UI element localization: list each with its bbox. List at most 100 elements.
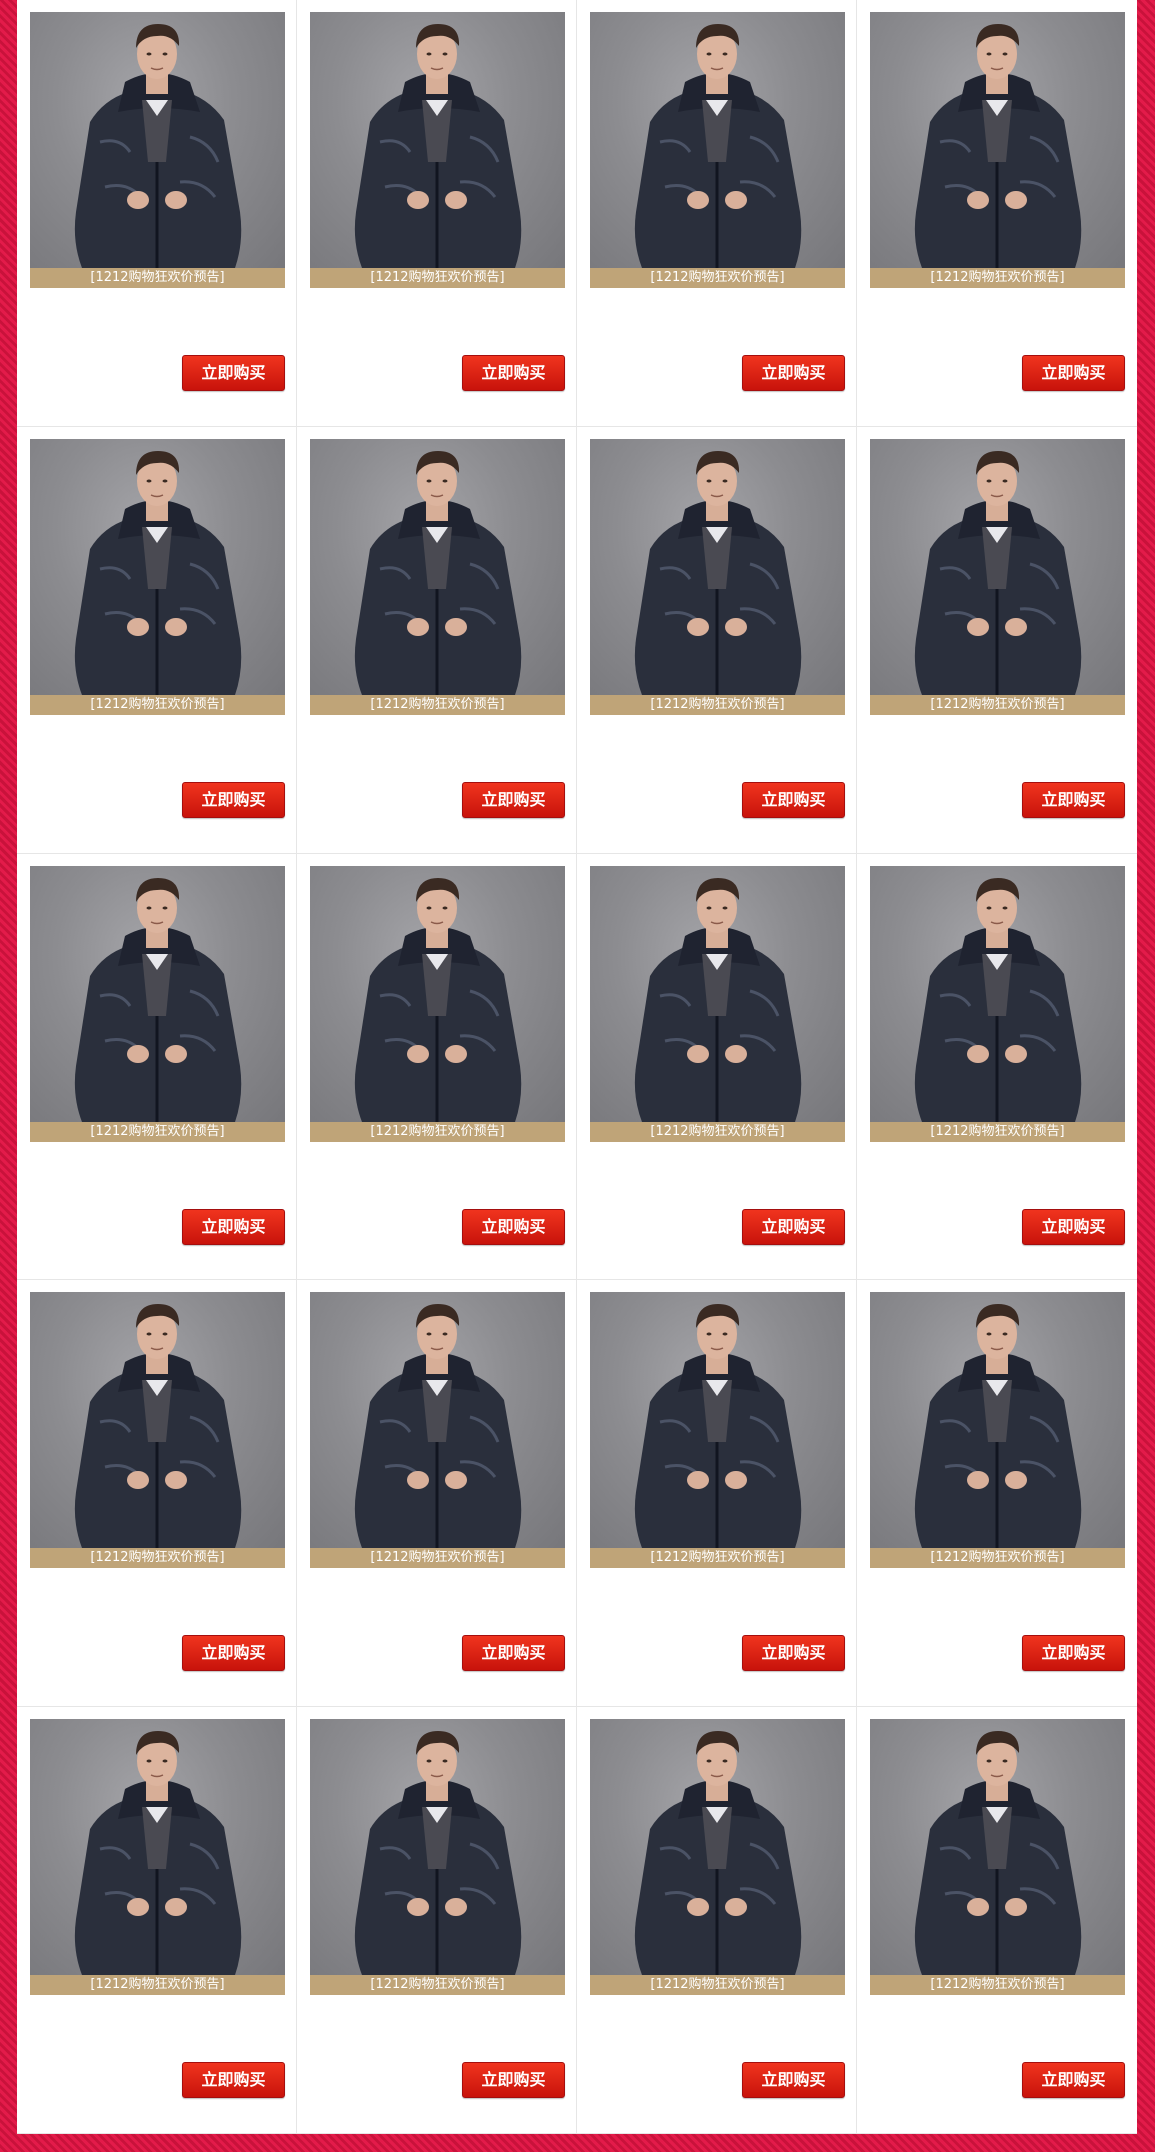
promo-caption: [1212购物狂欢价预告] (590, 1975, 845, 1996)
buy-now-button[interactable]: 立即购买 (462, 2062, 565, 2099)
buy-now-button[interactable]: 立即购买 (182, 1635, 285, 1672)
product-image[interactable] (870, 1292, 1125, 1549)
product-image[interactable] (590, 1292, 845, 1549)
buy-now-button[interactable]: 立即购买 (1022, 1635, 1125, 1672)
man-in-leather-jacket-photo-icon (354, 24, 522, 268)
promo-caption: [1212购物狂欢价预告] (870, 1121, 1125, 1142)
product-image[interactable] (310, 1292, 565, 1549)
product-card: [1212购物狂欢价预告] 立即购买 (857, 853, 1137, 1281)
buy-now-button[interactable]: 立即购买 (462, 781, 565, 818)
product-card: [1212购物狂欢价预告] 立即购买 (17, 426, 297, 854)
product-card: [1212购物狂欢价预告] 立即购买 (17, 1707, 297, 2134)
man-in-leather-jacket-photo-icon (914, 450, 1082, 695)
promo-caption: [1212购物狂欢价预告] (870, 1548, 1125, 1569)
product-card: [1212购物狂欢价预告] 立即购买 (297, 1280, 577, 1708)
man-in-leather-jacket-photo-icon (354, 1304, 522, 1549)
product-card: [1212购物狂欢价预告] 立即购买 (857, 1280, 1137, 1708)
man-in-leather-jacket-photo-icon (354, 450, 522, 695)
man-in-leather-jacket-photo-icon (74, 1304, 242, 1549)
promo-caption: [1212购物狂欢价预告] (310, 1548, 565, 1569)
product-grid: [1212购物狂欢价预告] 立即购买 [1212购物狂欢价预告] 立即购买 [1… (17, 0, 1137, 2134)
buy-now-button[interactable]: 立即购买 (462, 1635, 565, 1672)
product-image[interactable] (870, 438, 1125, 695)
man-in-leather-jacket-photo-icon (634, 1731, 802, 1976)
buy-now-button[interactable]: 立即购买 (742, 1635, 845, 1672)
product-image[interactable] (590, 1719, 845, 1976)
promo-caption: [1212购物狂欢价预告] (310, 694, 565, 715)
promo-caption: [1212购物狂欢价预告] (590, 694, 845, 715)
promo-caption: [1212购物狂欢价预告] (590, 1121, 845, 1142)
promo-caption: [1212购物狂欢价预告] (30, 1121, 285, 1142)
product-card: [1212购物狂欢价预告] 立即购买 (857, 0, 1137, 427)
promo-caption: [1212购物狂欢价预告] (30, 1975, 285, 1996)
buy-now-button[interactable]: 立即购买 (742, 355, 845, 391)
man-in-leather-jacket-photo-icon (914, 1731, 1082, 1976)
product-card: [1212购物狂欢价预告] 立即购买 (17, 1280, 297, 1708)
promo-caption: [1212购物狂欢价预告] (870, 694, 1125, 715)
product-card: [1212购物狂欢价预告] 立即购买 (297, 426, 577, 854)
product-card: [1212购物狂欢价预告] 立即购买 (17, 853, 297, 1281)
product-image[interactable] (30, 1719, 285, 1976)
product-image[interactable] (870, 1719, 1125, 1976)
product-card: [1212购物狂欢价预告] 立即购买 (297, 1707, 577, 2134)
product-image[interactable] (30, 865, 285, 1122)
buy-now-button[interactable]: 立即购买 (182, 355, 285, 391)
promo-caption: [1212购物狂欢价预告] (590, 268, 845, 288)
man-in-leather-jacket-photo-icon (914, 877, 1082, 1122)
product-image[interactable] (870, 12, 1125, 268)
buy-now-button[interactable]: 立即购买 (462, 355, 565, 391)
buy-now-button[interactable]: 立即购买 (742, 2062, 845, 2099)
product-card: [1212购物狂欢价预告] 立即购买 (17, 0, 297, 427)
promo-caption: [1212购物狂欢价预告] (310, 1975, 565, 1996)
product-card: [1212购物狂欢价预告] 立即购买 (297, 0, 577, 427)
man-in-leather-jacket-photo-icon (74, 1731, 242, 1976)
buy-now-button[interactable]: 立即购买 (742, 781, 845, 818)
product-image[interactable] (310, 438, 565, 695)
product-image[interactable] (310, 12, 565, 268)
promo-caption: [1212购物狂欢价预告] (310, 268, 565, 288)
product-card: [1212购物狂欢价预告] 立即购买 (297, 853, 577, 1281)
product-card: [1212购物狂欢价预告] 立即购买 (577, 1280, 857, 1708)
product-image[interactable] (30, 438, 285, 695)
promo-caption: [1212购物狂欢价预告] (30, 268, 285, 288)
product-image[interactable] (30, 12, 285, 268)
product-card: [1212购物狂欢价预告] 立即购买 (577, 853, 857, 1281)
promo-caption: [1212购物狂欢价预告] (30, 1548, 285, 1569)
promo-caption: [1212购物狂欢价预告] (590, 1548, 845, 1569)
product-image[interactable] (590, 865, 845, 1122)
promo-caption: [1212购物狂欢价预告] (870, 268, 1125, 288)
buy-now-button[interactable]: 立即购买 (1022, 781, 1125, 818)
buy-now-button[interactable]: 立即购买 (182, 1208, 285, 1245)
product-image[interactable] (310, 1719, 565, 1976)
buy-now-button[interactable]: 立即购买 (742, 1208, 845, 1245)
buy-now-button[interactable]: 立即购买 (182, 781, 285, 818)
buy-now-button[interactable]: 立即购买 (462, 1208, 565, 1245)
buy-now-button[interactable]: 立即购买 (182, 2062, 285, 2099)
buy-now-button[interactable]: 立即购买 (1022, 1208, 1125, 1245)
product-card: [1212购物狂欢价预告] 立即购买 (857, 426, 1137, 854)
man-in-leather-jacket-photo-icon (354, 1731, 522, 1976)
man-in-leather-jacket-photo-icon (634, 1304, 802, 1549)
man-in-leather-jacket-photo-icon (74, 24, 242, 268)
promo-caption: [1212购物狂欢价预告] (310, 1121, 565, 1142)
product-card: [1212购物狂欢价预告] 立即购买 (577, 0, 857, 427)
product-image[interactable] (590, 438, 845, 695)
buy-now-button[interactable]: 立即购买 (1022, 2062, 1125, 2099)
product-image[interactable] (590, 12, 845, 268)
product-card: [1212购物狂欢价预告] 立即购买 (857, 1707, 1137, 2134)
product-image[interactable] (310, 865, 565, 1122)
man-in-leather-jacket-photo-icon (634, 450, 802, 695)
man-in-leather-jacket-photo-icon (74, 450, 242, 695)
man-in-leather-jacket-photo-icon (74, 877, 242, 1122)
product-card: [1212购物狂欢价预告] 立即购买 (577, 426, 857, 854)
product-image[interactable] (30, 1292, 285, 1549)
man-in-leather-jacket-photo-icon (634, 24, 802, 268)
buy-now-button[interactable]: 立即购买 (1022, 355, 1125, 391)
product-image[interactable] (870, 865, 1125, 1122)
product-card: [1212购物狂欢价预告] 立即购买 (577, 1707, 857, 2134)
promo-caption: [1212购物狂欢价预告] (870, 1975, 1125, 1996)
man-in-leather-jacket-photo-icon (354, 877, 522, 1122)
man-in-leather-jacket-photo-icon (914, 1304, 1082, 1549)
man-in-leather-jacket-photo-icon (634, 877, 802, 1122)
man-in-leather-jacket-photo-icon (914, 24, 1082, 268)
